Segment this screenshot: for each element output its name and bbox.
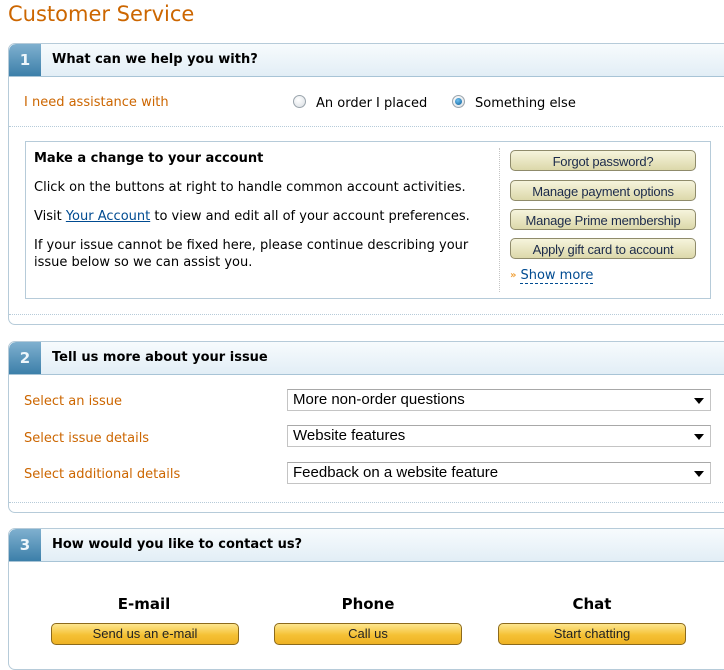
select-additional-details-dropdown[interactable]: Feedback on a website feature <box>287 462 711 484</box>
apply-gift-card-button[interactable]: Apply gift card to account <box>510 238 696 259</box>
account-box-line3-text: If your issue cannot be fixed here, plea… <box>34 238 469 270</box>
start-chatting-button[interactable]: Start chatting <box>498 623 686 645</box>
account-box-line2: Visit Your Account to view and edit all … <box>34 208 499 225</box>
dropdown-arrow-icon <box>694 398 704 404</box>
line2-suffix: to view and edit all of your account pre… <box>150 209 470 224</box>
account-box-line1-text: Click on the buttons at right to handle … <box>34 180 466 195</box>
radio-something-else[interactable] <box>452 95 465 108</box>
page-title: Customer Service <box>8 2 195 26</box>
dropdown-arrow-icon <box>694 471 704 477</box>
section-header: 2 Tell us more about your issue <box>9 342 724 375</box>
select-issue-value: More non-order questions <box>293 391 465 408</box>
forgot-password-button[interactable]: Forgot password? <box>510 150 696 171</box>
dropdown-arrow-icon <box>694 434 704 440</box>
call-us-button[interactable]: Call us <box>274 623 462 645</box>
section-issue-details: 2 Tell us more about your issue Select a… <box>8 341 724 513</box>
manage-prime-membership-button[interactable]: Manage Prime membership <box>510 209 696 230</box>
line2-prefix: Visit <box>34 209 66 224</box>
section-heading: How would you like to contact us? <box>52 537 303 552</box>
radio-something-else-label[interactable]: Something else <box>475 96 576 111</box>
account-box-title: Make a change to your account <box>34 151 264 166</box>
section-heading: What can we help you with? <box>52 52 258 67</box>
step-number-badge: 1 <box>9 44 41 76</box>
manage-payment-options-button[interactable]: Manage payment options <box>510 180 696 201</box>
section-contact-method: 3 How would you like to contact us? E-ma… <box>8 528 724 670</box>
section-footer <box>9 314 724 324</box>
section-heading: Tell us more about your issue <box>52 350 268 365</box>
select-issue-dropdown[interactable]: More non-order questions <box>287 389 711 411</box>
your-account-link[interactable]: Your Account <box>66 209 150 224</box>
select-issue-label: Select an issue <box>24 394 122 409</box>
section-header: 1 What can we help you with? <box>9 44 724 77</box>
show-more-link[interactable]: » Show more <box>510 268 594 284</box>
chat-heading: Chat <box>572 595 612 613</box>
select-additional-details-label: Select additional details <box>24 467 181 482</box>
select-issue-details-label: Select issue details <box>24 431 150 446</box>
account-change-box: Make a change to your account Click on t… <box>25 141 711 299</box>
double-chevron-down-icon: » <box>510 270 517 281</box>
account-box-line3: If your issue cannot be fixed here, plea… <box>34 237 499 271</box>
send-email-button[interactable]: Send us an e-mail <box>51 623 239 645</box>
assist-label: I need assistance with <box>24 95 169 110</box>
step-number-badge: 3 <box>9 529 41 561</box>
divider <box>9 126 724 127</box>
account-box-line1: Click on the buttons at right to handle … <box>34 179 499 196</box>
phone-heading: Phone <box>341 595 395 613</box>
select-issue-details-dropdown[interactable]: Website features <box>287 425 711 447</box>
radio-order-placed[interactable] <box>293 95 306 108</box>
vertical-divider <box>499 148 500 292</box>
select-issue-details-value: Website features <box>293 427 406 444</box>
radio-order-placed-label[interactable]: An order I placed <box>316 96 427 111</box>
section-help-topic: 1 What can we help you with? I need assi… <box>8 43 724 325</box>
section-footer <box>9 502 724 512</box>
select-additional-details-value: Feedback on a website feature <box>293 464 499 481</box>
step-number-badge: 2 <box>9 342 41 374</box>
email-heading: E-mail <box>117 595 171 613</box>
section-header: 3 How would you like to contact us? <box>9 529 724 562</box>
show-more-label[interactable]: Show more <box>520 268 594 284</box>
